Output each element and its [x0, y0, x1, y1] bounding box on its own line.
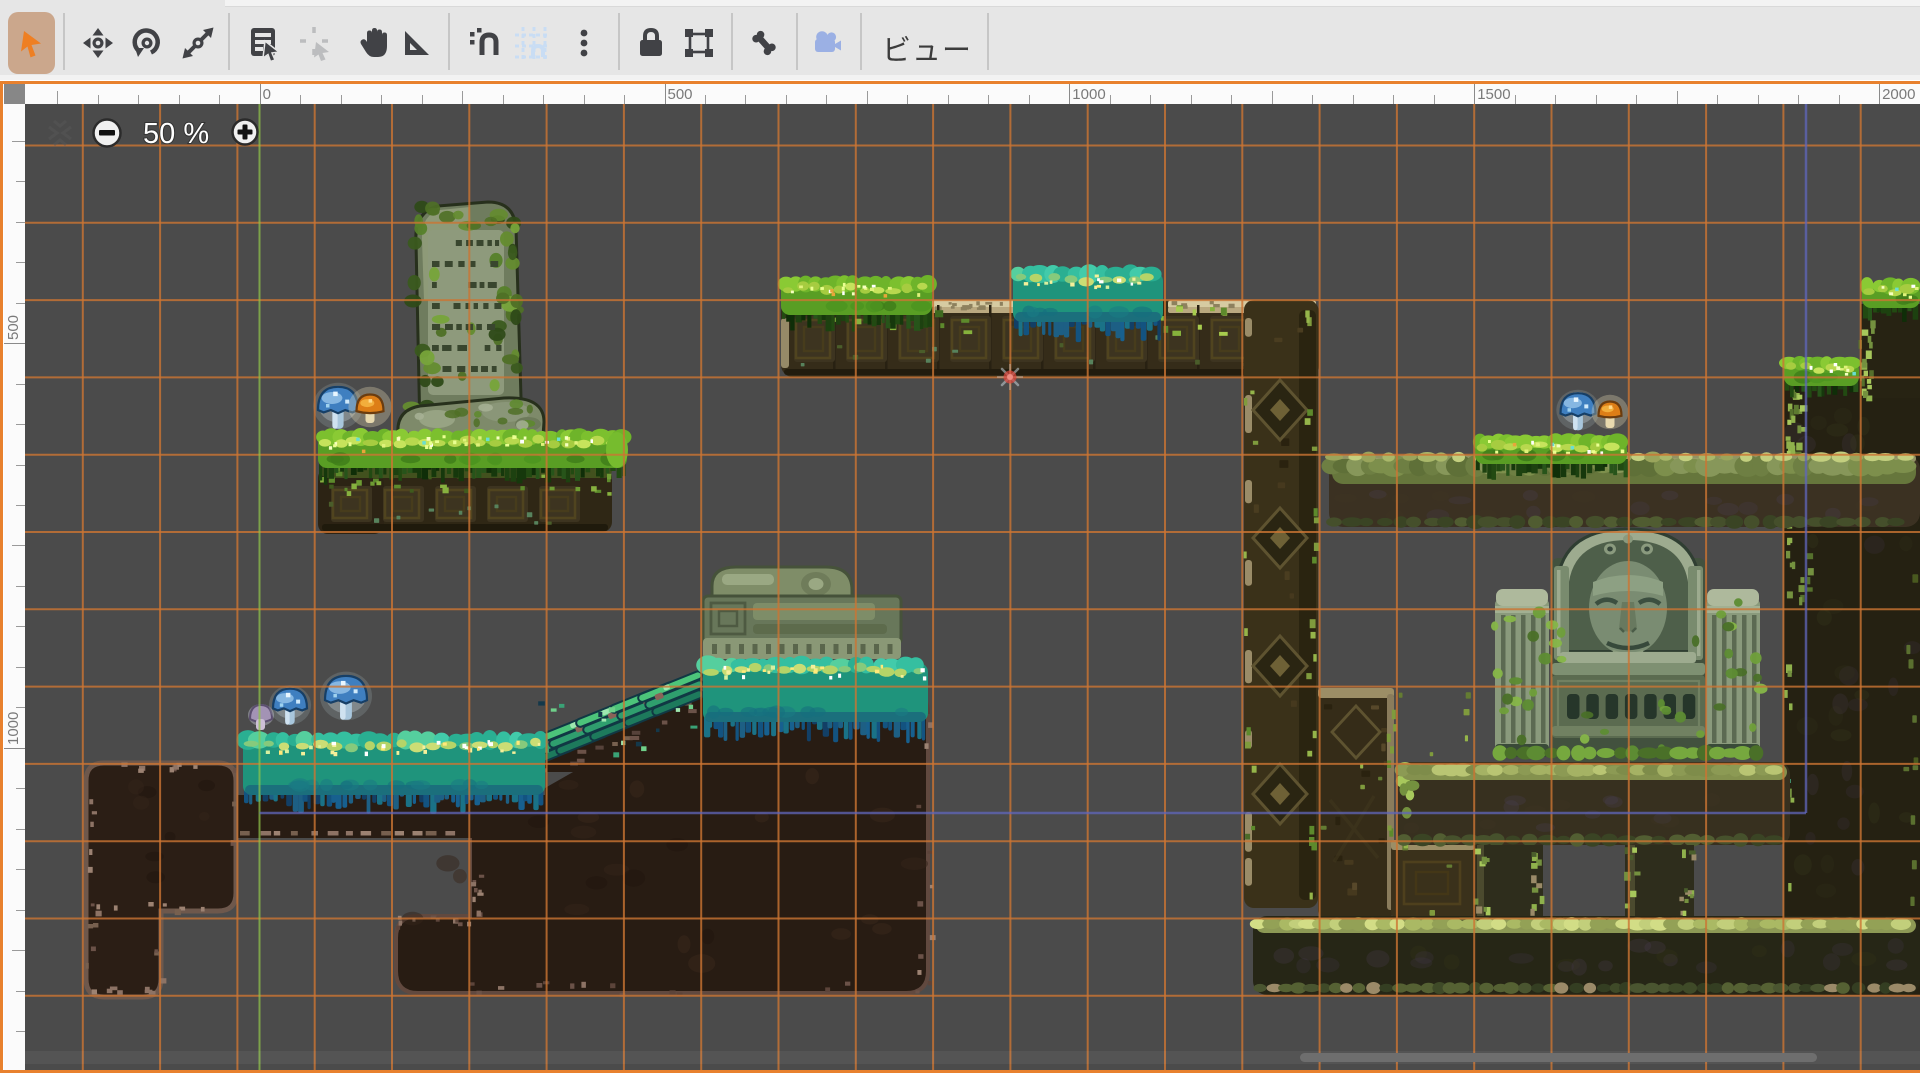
svg-text:50 %: 50 % — [143, 118, 209, 150]
